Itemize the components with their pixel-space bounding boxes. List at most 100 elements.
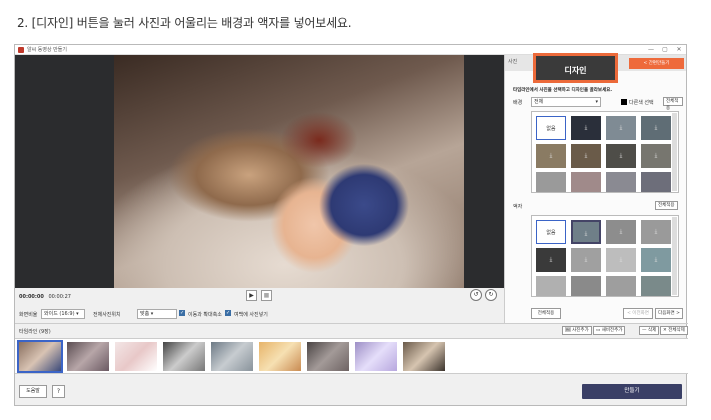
simple-make-button[interactable]: < 간편만들기 xyxy=(629,58,684,69)
player-controls: 00:00:00 00:00:27 ▶ ■ ↺ ↻ xyxy=(15,288,504,308)
ratio-value: 와이드 (16:9) xyxy=(44,311,75,317)
video-preview xyxy=(15,55,504,288)
frame-none[interactable]: 없음 xyxy=(536,220,566,244)
bottom-bar: 도움말 ? 만들기 xyxy=(15,375,688,406)
position-value: 맞춤 xyxy=(140,311,150,317)
move-zoom-checkbox[interactable]: ✓ xyxy=(179,310,185,316)
stop-button[interactable]: ■ xyxy=(261,290,272,301)
frame-tile[interactable]: ⤓ xyxy=(571,220,601,244)
delete-button[interactable]: — 삭제 xyxy=(639,326,660,335)
app-window: 알씨 동영상 만들기 — ▢ ✕ 00:00:00 00:00:27 ▶ ■ ↺… xyxy=(14,44,688,406)
frame-tile[interactable]: ⤓ xyxy=(641,220,671,244)
rotate-left-icon[interactable]: ↺ xyxy=(470,289,482,301)
frame-scrollbar[interactable] xyxy=(672,217,677,295)
position-select[interactable]: 맞춤 ▾ xyxy=(137,309,177,319)
close-icon[interactable]: ✕ xyxy=(672,46,686,53)
background-grid: 없음 ⤓ ⤓ ⤓ ⤓ ⤓ ⤓ ⤓ xyxy=(531,111,679,193)
timeline-thumb-8[interactable] xyxy=(355,342,397,371)
tab-photo[interactable]: 사진 xyxy=(508,58,520,70)
background-row: 배경 전체 ▾ 다른색 선택 전체적용 xyxy=(513,97,683,111)
frame-tile[interactable] xyxy=(571,276,601,296)
position-label: 전체사진위치 xyxy=(93,312,121,318)
color-swatch[interactable] xyxy=(621,99,627,105)
timeline-strip xyxy=(15,338,688,374)
background-tile[interactable]: ⤓ xyxy=(641,144,671,168)
frame-tile[interactable]: ⤓ xyxy=(571,248,601,272)
frame-tile[interactable]: ⤓ xyxy=(606,220,636,244)
background-label: 배경 xyxy=(513,100,523,106)
tab-design[interactable]: 디자인 xyxy=(533,53,618,83)
background-tile[interactable]: ⤓ xyxy=(571,144,601,168)
app-icon xyxy=(18,46,24,53)
apply-all-background-button[interactable]: 전체적용 xyxy=(663,97,683,111)
next-screen-button[interactable]: 다음화면 > xyxy=(655,308,683,319)
panel-hint: 타임라인에서 사진을 선택하고 디자인을 골라보세요. xyxy=(513,88,613,93)
frame-tile[interactable] xyxy=(641,276,671,296)
timeline-thumb-6[interactable] xyxy=(259,342,301,371)
question-button[interactable]: ? xyxy=(52,385,65,398)
frame-tile[interactable]: ⤓ xyxy=(606,248,636,272)
design-panel: 사진 디자인 < 간편만들기 타임라인에서 사진을 선택하고 디자인을 골라보세… xyxy=(504,53,686,323)
background-tile[interactable]: ⤓ xyxy=(606,116,636,140)
timeline-thumb-3[interactable] xyxy=(115,342,157,371)
window-title: 알씨 동영상 만들기 xyxy=(27,47,67,53)
simple-make-label: 간편만들기 xyxy=(648,61,670,66)
background-select-value: 전체 xyxy=(534,99,544,105)
timeline-thumb-5[interactable] xyxy=(211,342,253,371)
background-tile[interactable] xyxy=(571,172,601,192)
frame-tile[interactable] xyxy=(536,276,566,296)
ratio-label: 화면비율 xyxy=(19,312,38,318)
timeline-label: 타임라인 (9장) xyxy=(19,329,51,335)
total-time: 00:00:27 xyxy=(48,294,71,300)
prev-screen-button[interactable]: < 이전화면 xyxy=(623,308,653,319)
fill-margin-checkbox[interactable]: ✓ xyxy=(225,310,231,316)
frame-label: 액자 xyxy=(513,204,523,210)
background-tile[interactable] xyxy=(536,172,566,192)
timeline-thumb-4[interactable] xyxy=(163,342,205,371)
color-select-label[interactable]: 다른색 선택 xyxy=(629,99,654,106)
time-readout: 00:00:00 00:00:27 xyxy=(19,294,71,300)
ratio-select[interactable]: 와이드 (16:9) ▾ xyxy=(41,309,85,319)
background-tile[interactable]: ⤓ xyxy=(641,116,671,140)
timeline-thumb-9[interactable] xyxy=(403,342,445,371)
fill-margin-label: 여백에 사진넣기 xyxy=(234,312,268,318)
delete-label: 삭제 xyxy=(647,328,657,333)
background-select[interactable]: 전체 ▾ xyxy=(531,97,601,107)
delete-all-label: 전체삭제 xyxy=(668,328,685,333)
make-button[interactable]: 만들기 xyxy=(582,384,682,399)
play-button[interactable]: ▶ xyxy=(246,290,257,301)
frame-grid: 없음 ⤓ ⤓ ⤓ ⤓ ⤓ ⤓ ⤓ xyxy=(531,215,679,297)
letterbox-right xyxy=(464,55,504,288)
timeline-thumb-1[interactable] xyxy=(17,340,63,373)
add-video-button[interactable]: ▭ 새비전추가 xyxy=(593,326,626,335)
preview-photo-sleeping-baby xyxy=(114,55,464,288)
frame-tile[interactable]: ⤓ xyxy=(641,248,671,272)
window-controls: — ▢ ✕ xyxy=(644,46,686,53)
option-row: 화면비율 와이드 (16:9) ▾ 전체사진위치 맞춤 ▾ ✓ 이동과 확대축소… xyxy=(15,308,504,322)
delete-all-button[interactable]: ✕ 전체삭제 xyxy=(660,326,688,335)
background-tile[interactable] xyxy=(641,172,671,192)
minimize-icon[interactable]: — xyxy=(644,46,658,53)
current-time: 00:00:00 xyxy=(19,294,44,300)
instruction-caption: 2. [디자인] 버튼을 눌러 사진과 어울리는 배경과 액자를 넣어보세요. xyxy=(17,16,352,30)
background-none[interactable]: 없음 xyxy=(536,116,566,140)
add-video-label: 새비전추가 xyxy=(601,328,623,333)
background-tile[interactable]: ⤓ xyxy=(571,116,601,140)
background-tile[interactable]: ⤓ xyxy=(536,144,566,168)
background-scrollbar[interactable] xyxy=(672,113,677,191)
add-photo-button[interactable]: 🖼 사진추가 xyxy=(562,326,592,335)
frame-tile[interactable] xyxy=(606,276,636,296)
help-button[interactable]: 도움말 xyxy=(19,385,47,398)
timeline-thumb-2[interactable] xyxy=(67,342,109,371)
apply-all-button[interactable]: 전체적용 xyxy=(531,308,561,319)
rotate-right-icon[interactable]: ↻ xyxy=(485,289,497,301)
apply-all-frame-button[interactable]: 전체적용 xyxy=(655,201,678,210)
panel-tabs: 사진 디자인 < 간편만들기 xyxy=(505,53,686,83)
timeline-thumb-7[interactable] xyxy=(307,342,349,371)
background-tile[interactable]: ⤓ xyxy=(606,144,636,168)
maximize-icon[interactable]: ▢ xyxy=(658,46,672,53)
letterbox-left xyxy=(15,55,114,288)
add-photo-label: 사진추가 xyxy=(572,328,589,333)
frame-tile[interactable]: ⤓ xyxy=(536,248,566,272)
background-tile[interactable] xyxy=(606,172,636,192)
